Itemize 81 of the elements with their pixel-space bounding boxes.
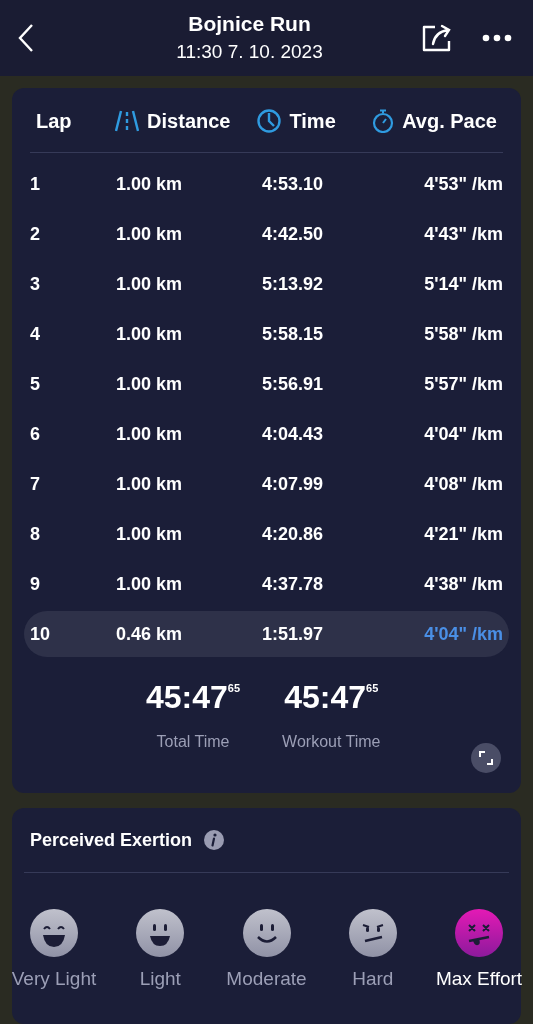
lap-pace: 5'14" /km (424, 272, 503, 296)
lap-time: 5:58.15 (262, 322, 325, 346)
road-icon (115, 110, 140, 133)
more-icon (482, 34, 512, 43)
total-value: 45:47 (284, 679, 367, 716)
lap-time: 4:04.43 (262, 422, 325, 446)
lap-row-highlighted[interactable]: 10 0.46 km 1:51.97 4'04" /km (24, 611, 509, 658)
lap-distance: 1.00 km (116, 422, 184, 446)
workout-date: 11:30 7. 10. 2023 (176, 40, 323, 65)
lap-row[interactable]: 1 1.00 km 4:53.10 4'53" /km (24, 161, 509, 208)
lap-pace: 4'53" /km (424, 172, 503, 196)
lap-row[interactable]: 4 1.00 km 5:58.15 5'58" /km (24, 311, 509, 358)
lap-pace: 4'38" /km (424, 572, 503, 596)
lap-time: 5:56.91 (262, 372, 325, 396)
lap-pace: 4'04" /km (424, 622, 503, 646)
exertion-option[interactable]: Very Light (2, 909, 106, 994)
laugh-face-icon (30, 909, 78, 958)
info-icon[interactable] (204, 830, 225, 851)
lap-pace: 5'57" /km (424, 372, 503, 396)
lap-time: 4:37.78 (262, 572, 325, 596)
lap-time: 5:13.92 (262, 272, 325, 296)
section-title: Perceived Exertion (30, 828, 193, 852)
lap-number: 7 (30, 472, 41, 496)
lap-pace: 5'58" /km (424, 322, 503, 346)
lap-time: 4:20.86 (262, 522, 325, 546)
share-icon (421, 23, 453, 54)
lap-distance: 1.00 km (116, 222, 184, 246)
workout-title: Bojnice Run (188, 11, 311, 38)
column-header: Lap (36, 109, 72, 135)
lap-distance: 1.00 km (116, 322, 184, 346)
smile-face-icon (242, 909, 291, 958)
lap-number: 5 (30, 372, 41, 396)
lap-row[interactable]: 7 1.00 km 4:07.99 4'08" /km (24, 461, 509, 508)
column-header: Avg. Pace (402, 109, 497, 135)
lap-number: 1 (30, 172, 41, 196)
lap-time: 4:07.99 (262, 472, 325, 496)
lap-distance: 1.00 km (116, 172, 184, 196)
lap-number: 10 (30, 622, 52, 646)
lap-pace: 4'08" /km (424, 472, 503, 496)
exertion-option[interactable]: Light (108, 909, 213, 994)
total-label: Workout Time (282, 732, 381, 753)
column-header: Time (289, 109, 336, 135)
lap-distance: 1.00 km (116, 572, 184, 596)
exertion-option[interactable]: Hard (320, 909, 425, 994)
exertion-option[interactable]: Moderate (214, 909, 319, 994)
total-fraction: 65 (366, 681, 379, 695)
expand-icon (479, 751, 493, 766)
lap-row[interactable]: 6 1.00 km 4:04.43 4'04" /km (24, 411, 509, 458)
lap-pace: 4'04" /km (424, 422, 503, 446)
frown-face-icon (348, 909, 397, 958)
lap-number: 4 (30, 322, 41, 346)
expand-button[interactable] (471, 743, 501, 774)
total-value: 45:47 (146, 679, 228, 716)
lap-number: 8 (30, 522, 41, 546)
lap-distance: 1.00 km (116, 472, 184, 496)
grin-face-icon (136, 909, 185, 958)
column-header: Distance (147, 109, 231, 135)
lap-row[interactable]: 5 1.00 km 5:56.91 5'57" /km (24, 361, 509, 408)
lap-pace: 4'43" /km (424, 222, 503, 246)
lap-time: 4:42.50 (262, 222, 325, 246)
lap-distance: 1.00 km (116, 372, 184, 396)
lap-row[interactable]: 8 1.00 km 4:20.86 4'21" /km (24, 511, 509, 558)
lap-number: 2 (30, 222, 41, 246)
lap-time: 1:51.97 (262, 622, 325, 646)
lap-distance: 1.00 km (116, 272, 184, 296)
lap-number: 9 (30, 572, 41, 596)
lap-number: 3 (30, 272, 41, 296)
lap-pace: 4'21" /km (424, 522, 503, 546)
dizzy-face-icon (455, 909, 503, 958)
lap-distance: 0.46 km (116, 622, 184, 646)
stopwatch-icon (372, 109, 395, 134)
lap-row[interactable]: 3 1.00 km 5:13.92 5'14" /km (24, 261, 509, 308)
lap-distance: 1.00 km (116, 522, 184, 546)
clock-icon (257, 109, 282, 134)
total-label: Total Time (156, 732, 230, 753)
total-fraction: 65 (227, 681, 241, 695)
lap-number: 6 (30, 422, 41, 446)
lap-row[interactable]: 2 1.00 km 4:42.50 4'43" /km (24, 211, 509, 258)
lap-time: 4:53.10 (262, 172, 325, 196)
lap-row[interactable]: 9 1.00 km 4:37.78 4'38" /km (24, 561, 509, 608)
exertion-option[interactable]: Max Effort (427, 909, 531, 994)
